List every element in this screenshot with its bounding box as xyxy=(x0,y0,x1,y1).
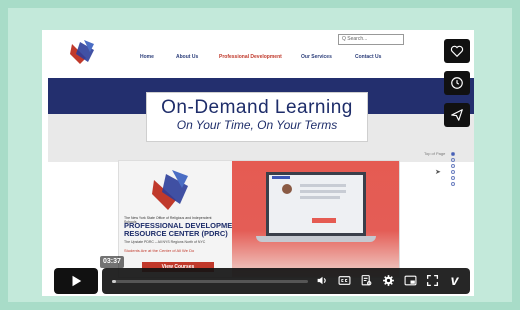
screen-avatar xyxy=(282,184,292,194)
pdrc-title: PROFESSIONAL DEVELOPMENT RESOURCE CENTER… xyxy=(124,222,244,238)
hero-subtitle: On Your Time, On Your Terms xyxy=(176,118,338,132)
volume-button[interactable] xyxy=(316,274,329,287)
clock-icon xyxy=(451,77,463,89)
screen-text-line xyxy=(300,190,346,193)
section-dot[interactable] xyxy=(451,182,455,186)
progress-fill xyxy=(112,280,116,283)
section-dot[interactable] xyxy=(451,170,455,174)
nav-about-us[interactable]: About Us xyxy=(176,54,198,60)
nav-home[interactable]: Home xyxy=(140,54,154,60)
section-dot[interactable] xyxy=(451,176,455,180)
timecode-label: 03:37 xyxy=(100,256,124,268)
pdrc-tagline: Students Are at the Center of All We Do xyxy=(124,248,195,253)
control-bar: v xyxy=(102,268,470,294)
site-logo xyxy=(70,40,94,64)
captions-icon xyxy=(338,276,351,285)
screen-header-bar xyxy=(272,176,290,179)
share-button[interactable] xyxy=(444,103,470,127)
laptop-screen xyxy=(266,172,366,236)
hero-title-box: On-Demand Learning On Your Time, On Your… xyxy=(146,92,368,142)
pdrc-title-line2: RESOURCE CENTER (PDRC) xyxy=(124,229,228,238)
play-button[interactable] xyxy=(54,268,98,294)
fullscreen-icon xyxy=(426,274,439,287)
captions-button[interactable] xyxy=(338,274,351,287)
volume-icon xyxy=(317,276,326,285)
send-icon xyxy=(451,109,463,121)
top-of-page-link[interactable]: Top of Page xyxy=(424,151,445,156)
pip-button[interactable] xyxy=(404,274,417,287)
nav-our-services[interactable]: Our Services xyxy=(301,54,332,60)
play-icon xyxy=(72,275,82,287)
screen-text-line xyxy=(300,184,346,187)
section-dot[interactable] xyxy=(451,164,455,168)
heart-icon xyxy=(450,45,464,58)
page-section-dots[interactable] xyxy=(451,152,456,188)
mouse-cursor-icon: ➤ xyxy=(435,169,441,176)
site-search-input[interactable]: Q Search... xyxy=(338,34,404,45)
like-button[interactable] xyxy=(444,39,470,63)
nav-professional-development[interactable]: Professional Development xyxy=(219,54,282,60)
screen-text-line xyxy=(300,196,340,199)
transcript-icon xyxy=(361,275,372,286)
pdrc-logo xyxy=(152,170,188,210)
section-dot[interactable] xyxy=(451,158,455,162)
vimeo-logo[interactable]: v xyxy=(448,273,461,287)
pip-icon xyxy=(404,275,417,286)
fullscreen-button[interactable] xyxy=(426,274,439,287)
settings-icon xyxy=(383,275,394,286)
hero-title: On-Demand Learning xyxy=(161,97,353,118)
section-dot[interactable] xyxy=(451,152,455,156)
screen-button xyxy=(312,218,336,223)
laptop-base xyxy=(256,236,376,242)
progress-bar[interactable] xyxy=(112,280,308,283)
watch-later-button[interactable] xyxy=(444,71,470,95)
nav-contact-us[interactable]: Contact Us xyxy=(355,54,381,60)
transcript-button[interactable] xyxy=(360,274,373,287)
settings-button[interactable] xyxy=(382,274,395,287)
pdrc-description: The Upstate PDRC – All NYS Regions North… xyxy=(124,240,206,244)
